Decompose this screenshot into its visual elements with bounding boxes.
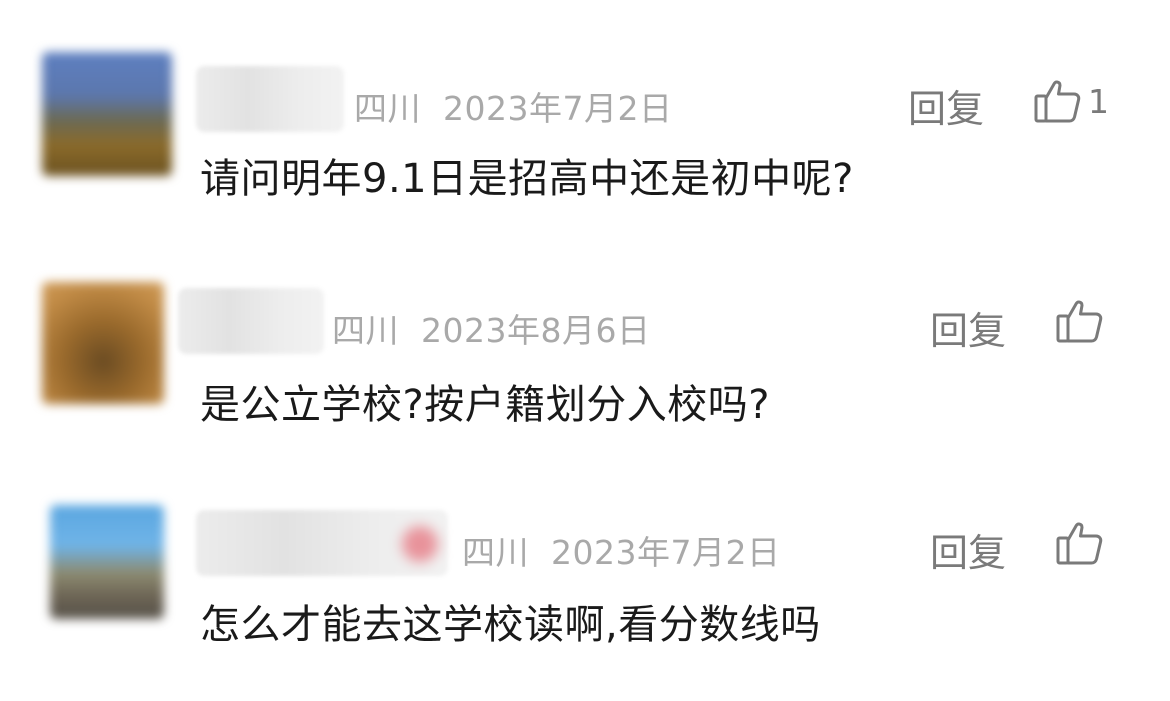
comment-date: 2023年8月6日 (421, 311, 651, 350)
like-count: 1 (1088, 81, 1109, 121)
comment-text: 怎么才能去这学校读啊,看分数线吗 (200, 602, 821, 648)
comment-date: 2023年7月2日 (443, 89, 673, 128)
comment-meta: 四川 2023年7月2日 (462, 526, 780, 574)
reply-button[interactable]: 回复 (930, 300, 1006, 355)
comment-date: 2023年7月2日 (551, 533, 781, 572)
reply-button[interactable]: 回复 (930, 522, 1006, 577)
reply-button[interactable]: 回复 (908, 78, 984, 133)
thumbs-up-icon (1056, 520, 1104, 566)
comment-meta: 四川 2023年8月6日 (332, 304, 650, 352)
badge-icon (402, 526, 438, 562)
like-button[interactable] (1056, 520, 1110, 566)
comment-location: 四川 (462, 533, 529, 572)
thumbs-up-icon (1034, 78, 1082, 124)
username-blurred[interactable] (196, 510, 448, 576)
comment-text: 请问明年9.1日是招高中还是初中呢? (200, 156, 854, 202)
avatar[interactable] (42, 282, 164, 404)
like-button[interactable] (1056, 298, 1110, 344)
comment-meta: 四川 2023年7月2日 (354, 82, 672, 130)
comment-location: 四川 (332, 311, 399, 350)
thumbs-up-icon (1056, 298, 1104, 344)
like-button[interactable]: 1 (1034, 78, 1109, 124)
avatar[interactable] (42, 52, 172, 176)
avatar[interactable] (50, 505, 164, 619)
username-blurred[interactable] (178, 288, 324, 354)
comment-text: 是公立学校?按户籍划分入校吗? (200, 382, 770, 428)
comment-location: 四川 (354, 89, 421, 128)
username-blurred[interactable] (196, 66, 344, 132)
